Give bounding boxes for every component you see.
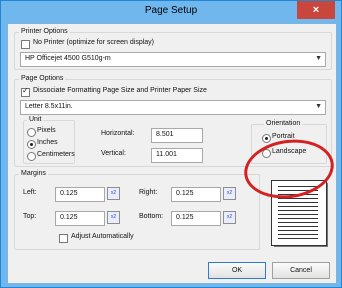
margin-right-label: Right: <box>139 189 158 196</box>
unit-legend: Unit <box>27 116 44 123</box>
margin-left-value: 0.125 <box>60 190 78 197</box>
margin-bottom-input[interactable]: 0.125 <box>171 211 221 226</box>
chevron-down-icon: ▼ <box>315 103 322 110</box>
margin-right-input[interactable]: 0.125 <box>171 187 221 202</box>
paper-size-select[interactable]: Letter 8.5x11in. ▼ <box>20 100 326 115</box>
landscape-radio[interactable] <box>262 149 271 158</box>
margin-top-value: 0.125 <box>60 214 78 221</box>
landscape-label: Landscape <box>272 148 307 155</box>
printer-select-value: HP Officejet 4500 G510g-m <box>25 55 111 62</box>
margin-left-label: Left: <box>23 189 37 196</box>
unit-pixels-label: Pixels <box>37 127 56 134</box>
orientation-group: Orientation Portrait Landscape <box>251 120 327 164</box>
margin-right-spin-icon[interactable]: x2 <box>223 187 236 200</box>
ok-button[interactable]: OK <box>208 262 266 279</box>
dialog-body: Printer Options No Printer (optimize for… <box>7 23 338 284</box>
printer-options-legend: Printer Options <box>19 28 70 35</box>
horizontal-label: Horizontal: <box>101 130 135 137</box>
portrait-label: Portrait <box>272 133 295 140</box>
no-printer-checkbox[interactable] <box>21 40 30 49</box>
printer-select[interactable]: HP Officejet 4500 G510g-m ▼ <box>20 52 326 67</box>
unit-group: Unit Pixels Inches Centimeters <box>23 116 75 164</box>
margin-bottom-value: 0.125 <box>176 214 194 221</box>
dissociate-label: Dissociate Formatting Page Size and Prin… <box>33 87 207 94</box>
chevron-down-icon: ▼ <box>315 55 322 62</box>
margin-top-spin-icon[interactable]: x2 <box>107 211 120 224</box>
unit-pixels-radio[interactable] <box>27 128 36 137</box>
cancel-button[interactable]: Cancel <box>272 262 330 279</box>
margins-group: Margins Left: 0.125 x2 Right: 0.125 x2 T… <box>14 170 260 250</box>
unit-centimeters-label: Centimeters <box>37 151 75 158</box>
orientation-legend: Orientation <box>264 120 303 127</box>
page-options-group: Page Options Dissociate Formatting Page … <box>14 75 332 167</box>
printer-options-group: Printer Options No Printer (optimize for… <box>14 28 332 70</box>
page-setup-window: Page Setup × Printer Options No Printer … <box>0 0 342 288</box>
margin-left-spin-icon[interactable]: x2 <box>107 187 120 200</box>
margin-bottom-spin-icon[interactable]: x2 <box>223 211 236 224</box>
page-preview <box>271 180 327 246</box>
margin-bottom-label: Bottom: <box>139 213 164 220</box>
adjust-automatically-label: Adjust Automatically <box>71 233 134 240</box>
paper-size-value: Letter 8.5x11in. <box>25 103 73 110</box>
margin-top-input[interactable]: 0.125 <box>55 211 105 226</box>
horizontal-value: 8.501 <box>156 131 174 138</box>
title-bar: Page Setup × <box>1 1 341 22</box>
margins-legend: Margins <box>19 170 48 177</box>
unit-inches-label: Inches <box>37 139 58 146</box>
page-options-legend: Page Options <box>19 75 66 82</box>
margin-top-label: Top: <box>23 213 37 220</box>
dissociate-checkbox[interactable] <box>21 86 30 97</box>
close-button[interactable]: × <box>297 1 335 19</box>
unit-centimeters-radio[interactable] <box>27 152 36 161</box>
portrait-radio[interactable] <box>262 134 271 143</box>
adjust-automatically-checkbox[interactable] <box>59 234 68 243</box>
vertical-label: Vertical: <box>101 150 126 157</box>
vertical-input[interactable]: 11.001 <box>151 148 203 163</box>
margin-left-input[interactable]: 0.125 <box>55 187 105 202</box>
horizontal-input[interactable]: 8.501 <box>151 128 203 143</box>
vertical-value: 11.001 <box>156 151 177 158</box>
unit-inches-radio[interactable] <box>27 140 36 149</box>
margin-right-value: 0.125 <box>176 190 194 197</box>
no-printer-label: No Printer (optimize for screen display) <box>33 39 154 46</box>
window-title: Page Setup <box>144 5 198 16</box>
